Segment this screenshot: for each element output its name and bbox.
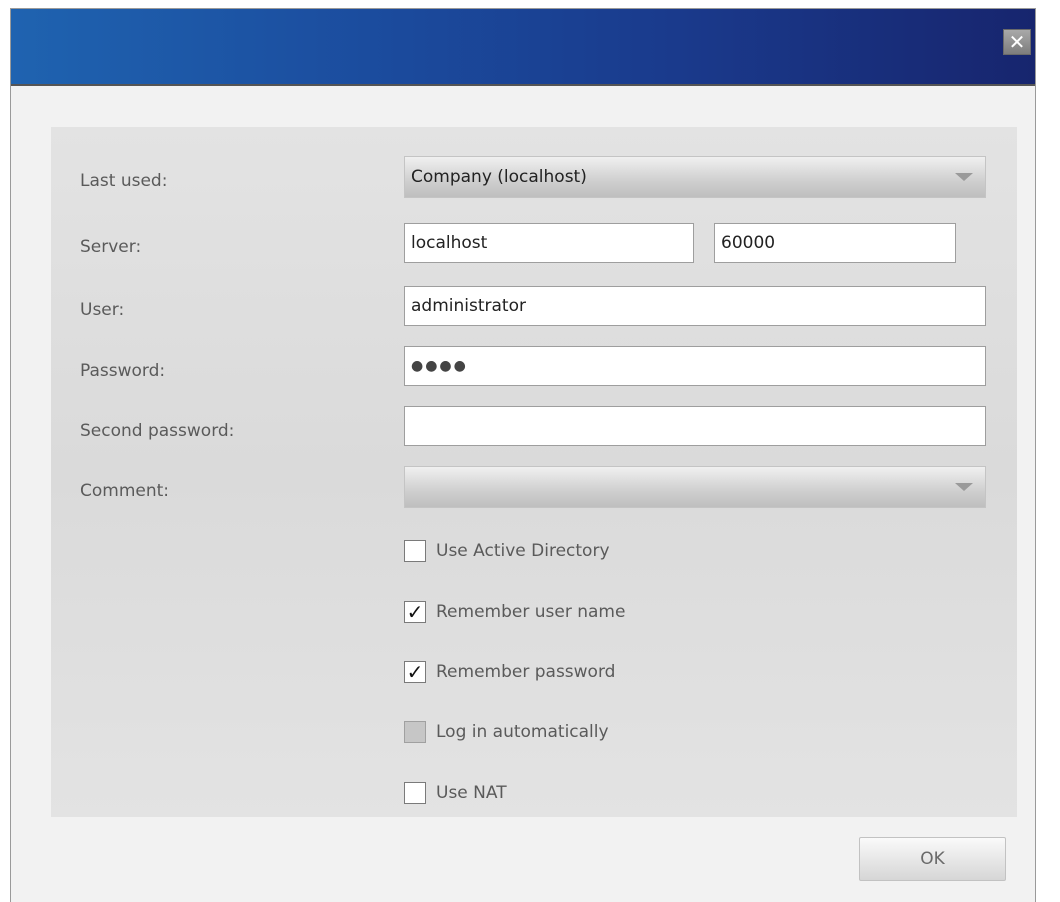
chevron-down-icon [955,483,973,491]
last-used-value: Company (localhost) [411,167,587,187]
remember-user-name-checkbox[interactable]: ✓ [404,601,426,623]
log-in-automatically-checkbox[interactable] [404,721,426,743]
second-password-label: Second password: [80,421,235,441]
comment-label: Comment: [80,481,170,501]
login-dialog: ✕ Last used: Company (localhost) Server:… [10,8,1036,902]
checkmark-icon: ✓ [406,600,424,624]
title-bar[interactable]: ✕ [11,9,1035,86]
password-input[interactable]: ●●●● [404,346,986,386]
last-used-dropdown[interactable]: Company (localhost) [404,156,986,198]
user-input[interactable]: administrator [404,286,986,326]
remember-password-label: Remember password [436,662,616,682]
use-nat-checkbox[interactable] [404,782,426,804]
user-label: User: [80,300,125,320]
last-used-label: Last used: [80,171,168,191]
log-in-automatically-label: Log in automatically [436,722,609,742]
checkmark-icon: ✓ [406,660,424,684]
close-icon: ✕ [1008,30,1026,54]
ok-button[interactable]: OK [859,837,1006,881]
server-label: Server: [80,237,142,257]
password-label: Password: [80,361,166,381]
use-active-directory-checkbox[interactable] [404,540,426,562]
comment-dropdown[interactable] [404,466,986,508]
second-password-input[interactable] [404,406,986,446]
chevron-down-icon [955,173,973,181]
use-active-directory-label: Use Active Directory [436,541,610,561]
server-port-input[interactable]: 60000 [714,223,956,263]
remember-password-checkbox[interactable]: ✓ [404,661,426,683]
close-button[interactable]: ✕ [1003,29,1031,55]
login-form-panel: Last used: Company (localhost) Server: l… [51,127,1017,817]
use-nat-label: Use NAT [436,783,507,803]
remember-user-name-label: Remember user name [436,602,626,622]
server-host-input[interactable]: localhost [404,223,694,263]
